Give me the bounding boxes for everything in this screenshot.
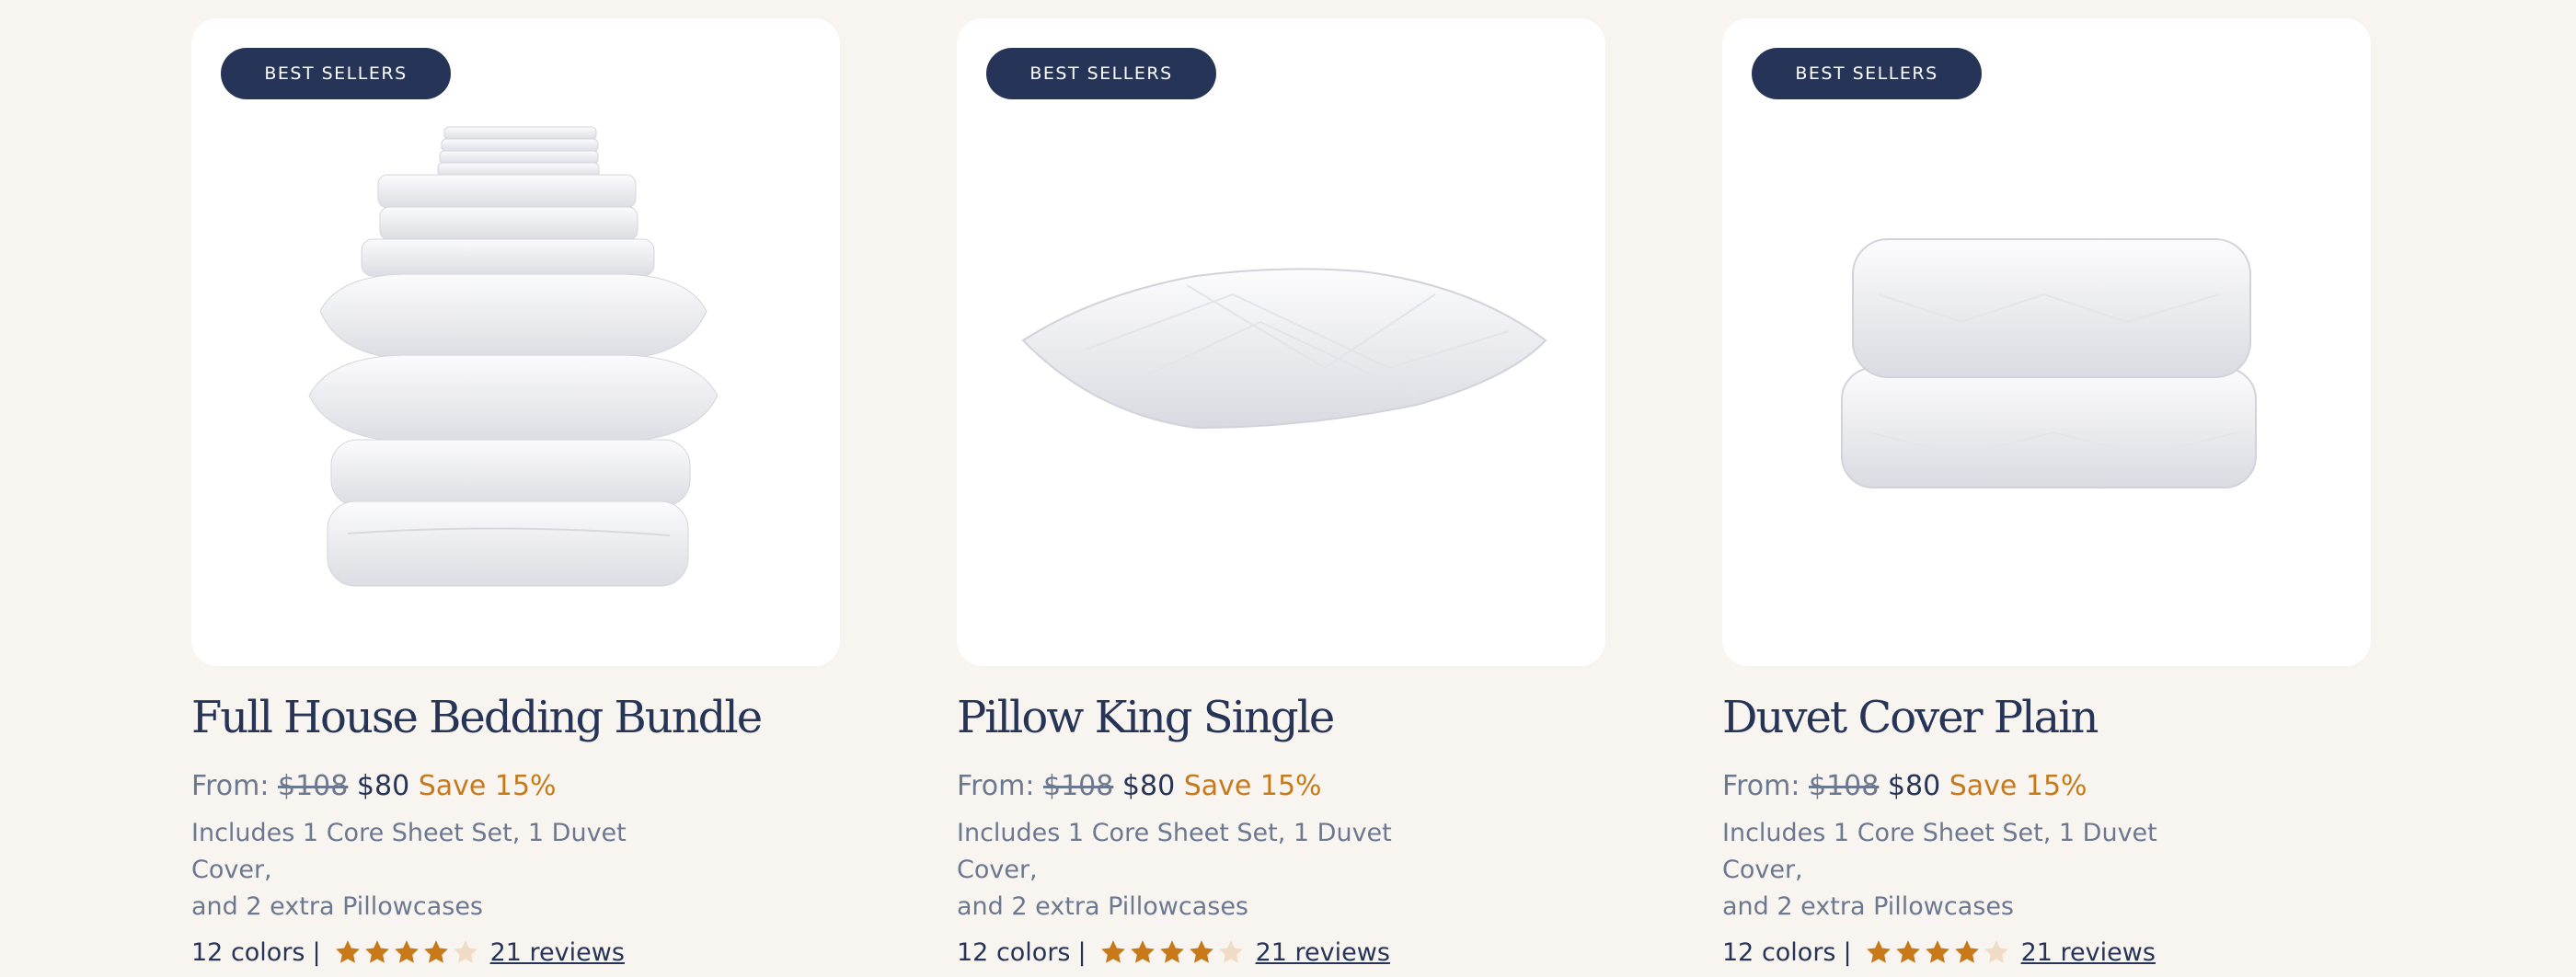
product-title[interactable]: Duvet Cover Plain bbox=[1722, 694, 2371, 742]
discount-label: Save 15% bbox=[1949, 769, 2087, 802]
sale-price: $80 bbox=[1887, 769, 1941, 802]
discount-label: Save 15% bbox=[1183, 769, 1322, 802]
product-title[interactable]: Pillow King Single bbox=[957, 694, 1605, 742]
product-description: Includes 1 Core Sheet Set, 1 Duvet Cover… bbox=[191, 815, 707, 925]
product-image-link[interactable]: BEST SELLERS bbox=[957, 18, 1605, 666]
product-description: Includes 1 Core Sheet Set, 1 Duvet Cover… bbox=[957, 815, 1472, 925]
reviews-link[interactable]: 21 reviews bbox=[2021, 938, 2156, 967]
star-filled-icon bbox=[1925, 940, 1949, 964]
product-grid: BEST SELLERS Full House Bedding Bundle F… bbox=[0, 0, 2576, 977]
product-meta: 12 colors | 21 reviews bbox=[1722, 938, 2371, 967]
description-line: Includes 1 Core Sheet Set, 1 Duvet Cover… bbox=[1722, 818, 2157, 884]
product-meta: 12 colors | 21 reviews bbox=[957, 938, 1605, 967]
bedding-bundle-image bbox=[308, 126, 719, 587]
separator: | bbox=[1843, 937, 1852, 967]
star-filled-icon bbox=[335, 940, 360, 964]
reviews-link[interactable]: 21 reviews bbox=[1256, 938, 1390, 967]
color-count: 12 colors bbox=[1722, 937, 1836, 967]
star-filled-icon bbox=[1159, 940, 1184, 964]
separator: | bbox=[312, 937, 321, 967]
color-count: 12 colors bbox=[191, 937, 305, 967]
price-row: From: $108 $80 Save 15% bbox=[191, 770, 840, 802]
star-filled-icon bbox=[1100, 940, 1125, 964]
product-description: Includes 1 Core Sheet Set, 1 Duvet Cover… bbox=[1722, 815, 2237, 925]
best-sellers-badge: BEST SELLERS bbox=[986, 48, 1216, 99]
star-empty-icon bbox=[1984, 940, 2008, 964]
best-sellers-badge: BEST SELLERS bbox=[1752, 48, 1982, 99]
price-row: From: $108 $80 Save 15% bbox=[957, 770, 1605, 802]
product-meta: 12 colors | 21 reviews bbox=[191, 938, 840, 967]
price-prefix: From: bbox=[191, 769, 270, 802]
color-count: 12 colors bbox=[957, 937, 1071, 967]
description-line: and 2 extra Pillowcases bbox=[191, 891, 483, 921]
star-empty-icon bbox=[1218, 940, 1243, 964]
sale-price: $80 bbox=[1121, 769, 1176, 802]
product-image-link[interactable]: BEST SELLERS bbox=[191, 18, 840, 666]
star-filled-icon bbox=[1189, 940, 1213, 964]
reviews-link[interactable]: 21 reviews bbox=[490, 938, 625, 967]
description-line: Includes 1 Core Sheet Set, 1 Duvet Cover… bbox=[957, 818, 1392, 884]
star-empty-icon bbox=[453, 940, 477, 964]
price-prefix: From: bbox=[1722, 769, 1800, 802]
description-line: Includes 1 Core Sheet Set, 1 Duvet Cover… bbox=[191, 818, 627, 884]
original-price: $108 bbox=[1808, 769, 1880, 802]
star-filled-icon bbox=[1130, 940, 1155, 964]
star-filled-icon bbox=[1866, 940, 1891, 964]
star-filled-icon bbox=[394, 940, 419, 964]
description-line: and 2 extra Pillowcases bbox=[1722, 891, 2014, 921]
original-price: $108 bbox=[277, 769, 349, 802]
separator: | bbox=[1077, 937, 1087, 967]
price-row: From: $108 $80 Save 15% bbox=[1722, 770, 2371, 802]
star-rating bbox=[1099, 938, 1245, 966]
product-card: BEST SELLERS Duvet Cover Plain From: $10… bbox=[1722, 18, 2371, 967]
star-filled-icon bbox=[364, 940, 389, 964]
pillow-image bbox=[1021, 268, 1547, 430]
star-filled-icon bbox=[423, 940, 448, 964]
sale-price: $80 bbox=[356, 769, 410, 802]
star-rating bbox=[1865, 938, 2010, 966]
description-line: and 2 extra Pillowcases bbox=[957, 891, 1248, 921]
product-image-link[interactable]: BEST SELLERS bbox=[1722, 18, 2371, 666]
folded-duvet-image bbox=[1841, 238, 2257, 488]
price-prefix: From: bbox=[957, 769, 1035, 802]
original-price: $108 bbox=[1042, 769, 1114, 802]
star-rating bbox=[334, 938, 479, 966]
best-sellers-badge: BEST SELLERS bbox=[221, 48, 451, 99]
star-filled-icon bbox=[1895, 940, 1920, 964]
star-filled-icon bbox=[1954, 940, 1979, 964]
product-card: BEST SELLERS Pillow King Single From: $1… bbox=[957, 18, 1605, 967]
discount-label: Save 15% bbox=[418, 769, 557, 802]
product-card: BEST SELLERS Full House Bedding Bundle F… bbox=[191, 18, 840, 967]
product-title[interactable]: Full House Bedding Bundle bbox=[191, 694, 840, 742]
